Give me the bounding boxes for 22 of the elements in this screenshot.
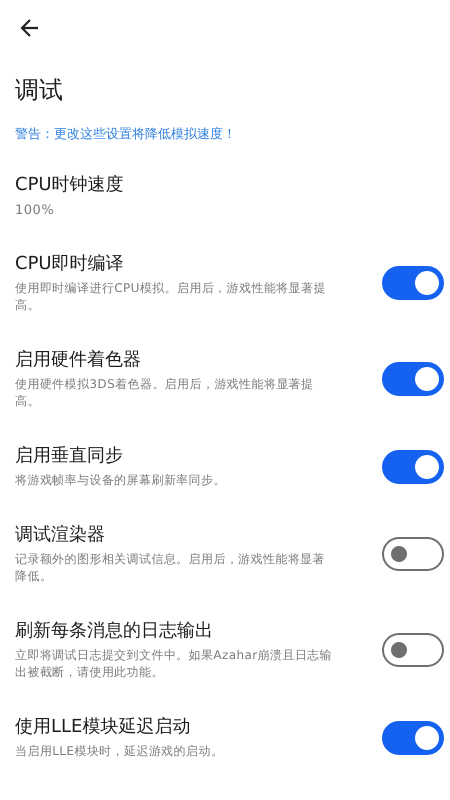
setting-description: 当启用LLE模块时，延迟游戏的启动。 (15, 743, 224, 760)
setting-title: 调试渲染器 (15, 523, 106, 547)
setting-title: 启用垂直同步 (15, 444, 124, 468)
setting-description: 使用即时编译进行CPU模拟。启用后，游戏性能将显著提高。 (15, 280, 327, 314)
toggle-switch[interactable] (382, 450, 444, 484)
setting-value: 100% (15, 203, 56, 218)
setting-title: 启用硬件着色器 (15, 348, 142, 372)
setting-description: 记录额外的图形相关调试信息。启用后，游戏性能将显著降低。 (15, 551, 326, 585)
setting-description: 立即将调试日志提交到文件中。如果Azahar崩溃且日志输出被截断，请使用此功能。 (15, 647, 333, 681)
setting-title: CPU即时编译 (15, 252, 125, 276)
toggle-switch[interactable] (382, 633, 444, 667)
warning-text: 警告：更改这些设置将降低模拟速度！ (15, 126, 237, 144)
setting-description: 将游戏帧率与设备的屏幕刷新率同步。 (15, 472, 227, 489)
toggle-switch[interactable] (382, 362, 444, 396)
setting-title: CPU时钟速度 (15, 173, 125, 197)
toggle-switch[interactable] (382, 720, 444, 754)
setting-description: 使用硬件模拟3DS着色器。启用后，游戏性能将显著提高。 (15, 376, 314, 410)
page-title: 调试 (15, 75, 64, 106)
setting-title: 刷新每条消息的日志输出 (15, 619, 214, 643)
setting-title: 使用LLE模块延迟启动 (15, 715, 192, 739)
toggle-switch[interactable] (382, 537, 444, 571)
toggle-switch[interactable] (382, 266, 444, 300)
